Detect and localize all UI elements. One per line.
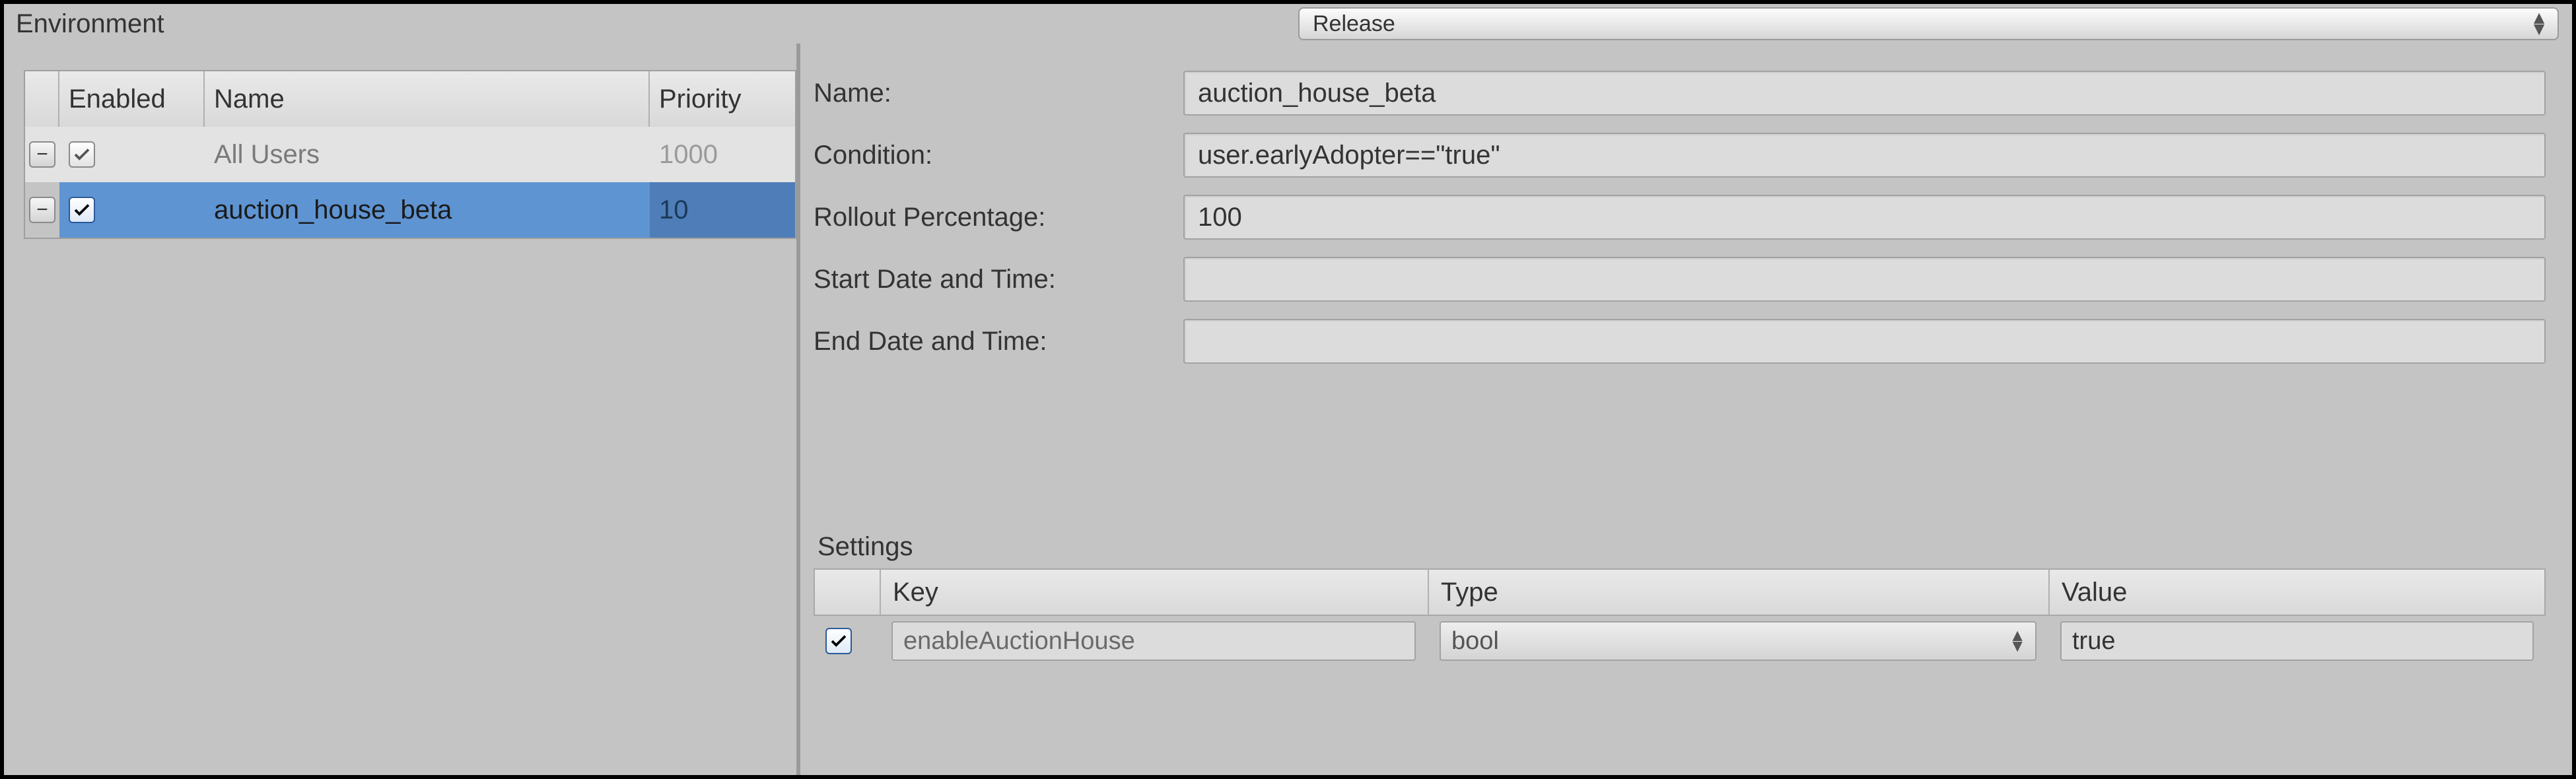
check-icon — [72, 145, 92, 164]
settings-header-value[interactable]: Value — [2050, 570, 2544, 615]
setting-type-dropdown[interactable]: bool ▲▼ — [1440, 621, 2036, 661]
settings-header: Key Type Value — [814, 568, 2546, 616]
table-row[interactable]: − auction_house_beta 10 — [25, 182, 795, 238]
settings-header-type[interactable]: Type — [1429, 570, 2050, 615]
check-icon — [829, 631, 849, 651]
form-row-start: Start Date and Time: — [814, 256, 2546, 302]
segments-header-enabled[interactable]: Enabled — [59, 71, 205, 127]
setting-value-input[interactable]: true — [2060, 621, 2534, 661]
main: Enabled Name Priority − All Users 1 — [4, 44, 2572, 775]
settings-header-key[interactable]: Key — [881, 570, 1429, 615]
settings-section: Settings Key Type Value enableAuctionHou… — [814, 532, 2546, 666]
segments-panel: Enabled Name Priority − All Users 1 — [4, 44, 796, 775]
settings-row: enableAuctionHouse bool ▲▼ true — [814, 616, 2546, 666]
input-end[interactable] — [1183, 319, 2546, 364]
segment-priority[interactable]: 1000 — [650, 127, 795, 182]
input-condition[interactable]: user.earlyAdopter=="true" — [1183, 133, 2546, 178]
settings-title: Settings — [818, 532, 2546, 562]
label-end: End Date and Time: — [814, 327, 1183, 356]
form-row-name: Name: auction_house_beta — [814, 70, 2546, 116]
segments-header-blank — [25, 71, 59, 127]
enabled-checkbox[interactable] — [69, 197, 95, 223]
segments-header-name[interactable]: Name — [205, 71, 650, 127]
input-rollout[interactable]: 100 — [1183, 195, 2546, 240]
remove-button[interactable]: − — [29, 197, 55, 223]
detail-panel: Name: auction_house_beta Condition: user… — [800, 44, 2572, 775]
table-row[interactable]: − All Users 1000 — [25, 127, 795, 182]
updown-icon: ▲▼ — [2530, 13, 2548, 35]
form-row-end: End Date and Time: — [814, 318, 2546, 364]
enabled-checkbox[interactable] — [69, 141, 95, 168]
form-row-condition: Condition: user.earlyAdopter=="true" — [814, 132, 2546, 178]
remove-button[interactable]: − — [29, 141, 55, 168]
label-name: Name: — [814, 79, 1183, 108]
label-condition: Condition: — [814, 141, 1183, 170]
segment-name: auction_house_beta — [205, 182, 650, 238]
check-icon — [72, 200, 92, 220]
release-dropdown-value: Release — [1313, 11, 1395, 37]
label-rollout: Rollout Percentage: — [814, 203, 1183, 232]
segment-priority[interactable]: 10 — [650, 182, 795, 238]
top-bar: Environment Release ▲▼ — [4, 4, 2572, 44]
setting-key-input[interactable]: enableAuctionHouse — [891, 621, 1416, 661]
settings-header-blank — [815, 570, 881, 615]
segment-name: All Users — [205, 127, 650, 182]
segments-header: Enabled Name Priority — [25, 71, 795, 127]
input-start[interactable] — [1183, 257, 2546, 302]
release-dropdown[interactable]: Release ▲▼ — [1298, 7, 2559, 40]
setting-enabled-checkbox[interactable] — [825, 628, 852, 654]
label-start: Start Date and Time: — [814, 265, 1183, 294]
segments-table: Enabled Name Priority − All Users 1 — [24, 70, 796, 239]
updown-icon: ▲▼ — [2009, 630, 2026, 651]
environment-label: Environment — [4, 9, 796, 39]
input-name[interactable]: auction_house_beta — [1183, 71, 2546, 116]
form-row-rollout: Rollout Percentage: 100 — [814, 194, 2546, 240]
window: Environment Release ▲▼ Enabled Name Prio… — [0, 0, 2576, 779]
segments-header-priority[interactable]: Priority — [650, 71, 795, 127]
release-dropdown-wrap: Release ▲▼ — [796, 7, 2572, 40]
